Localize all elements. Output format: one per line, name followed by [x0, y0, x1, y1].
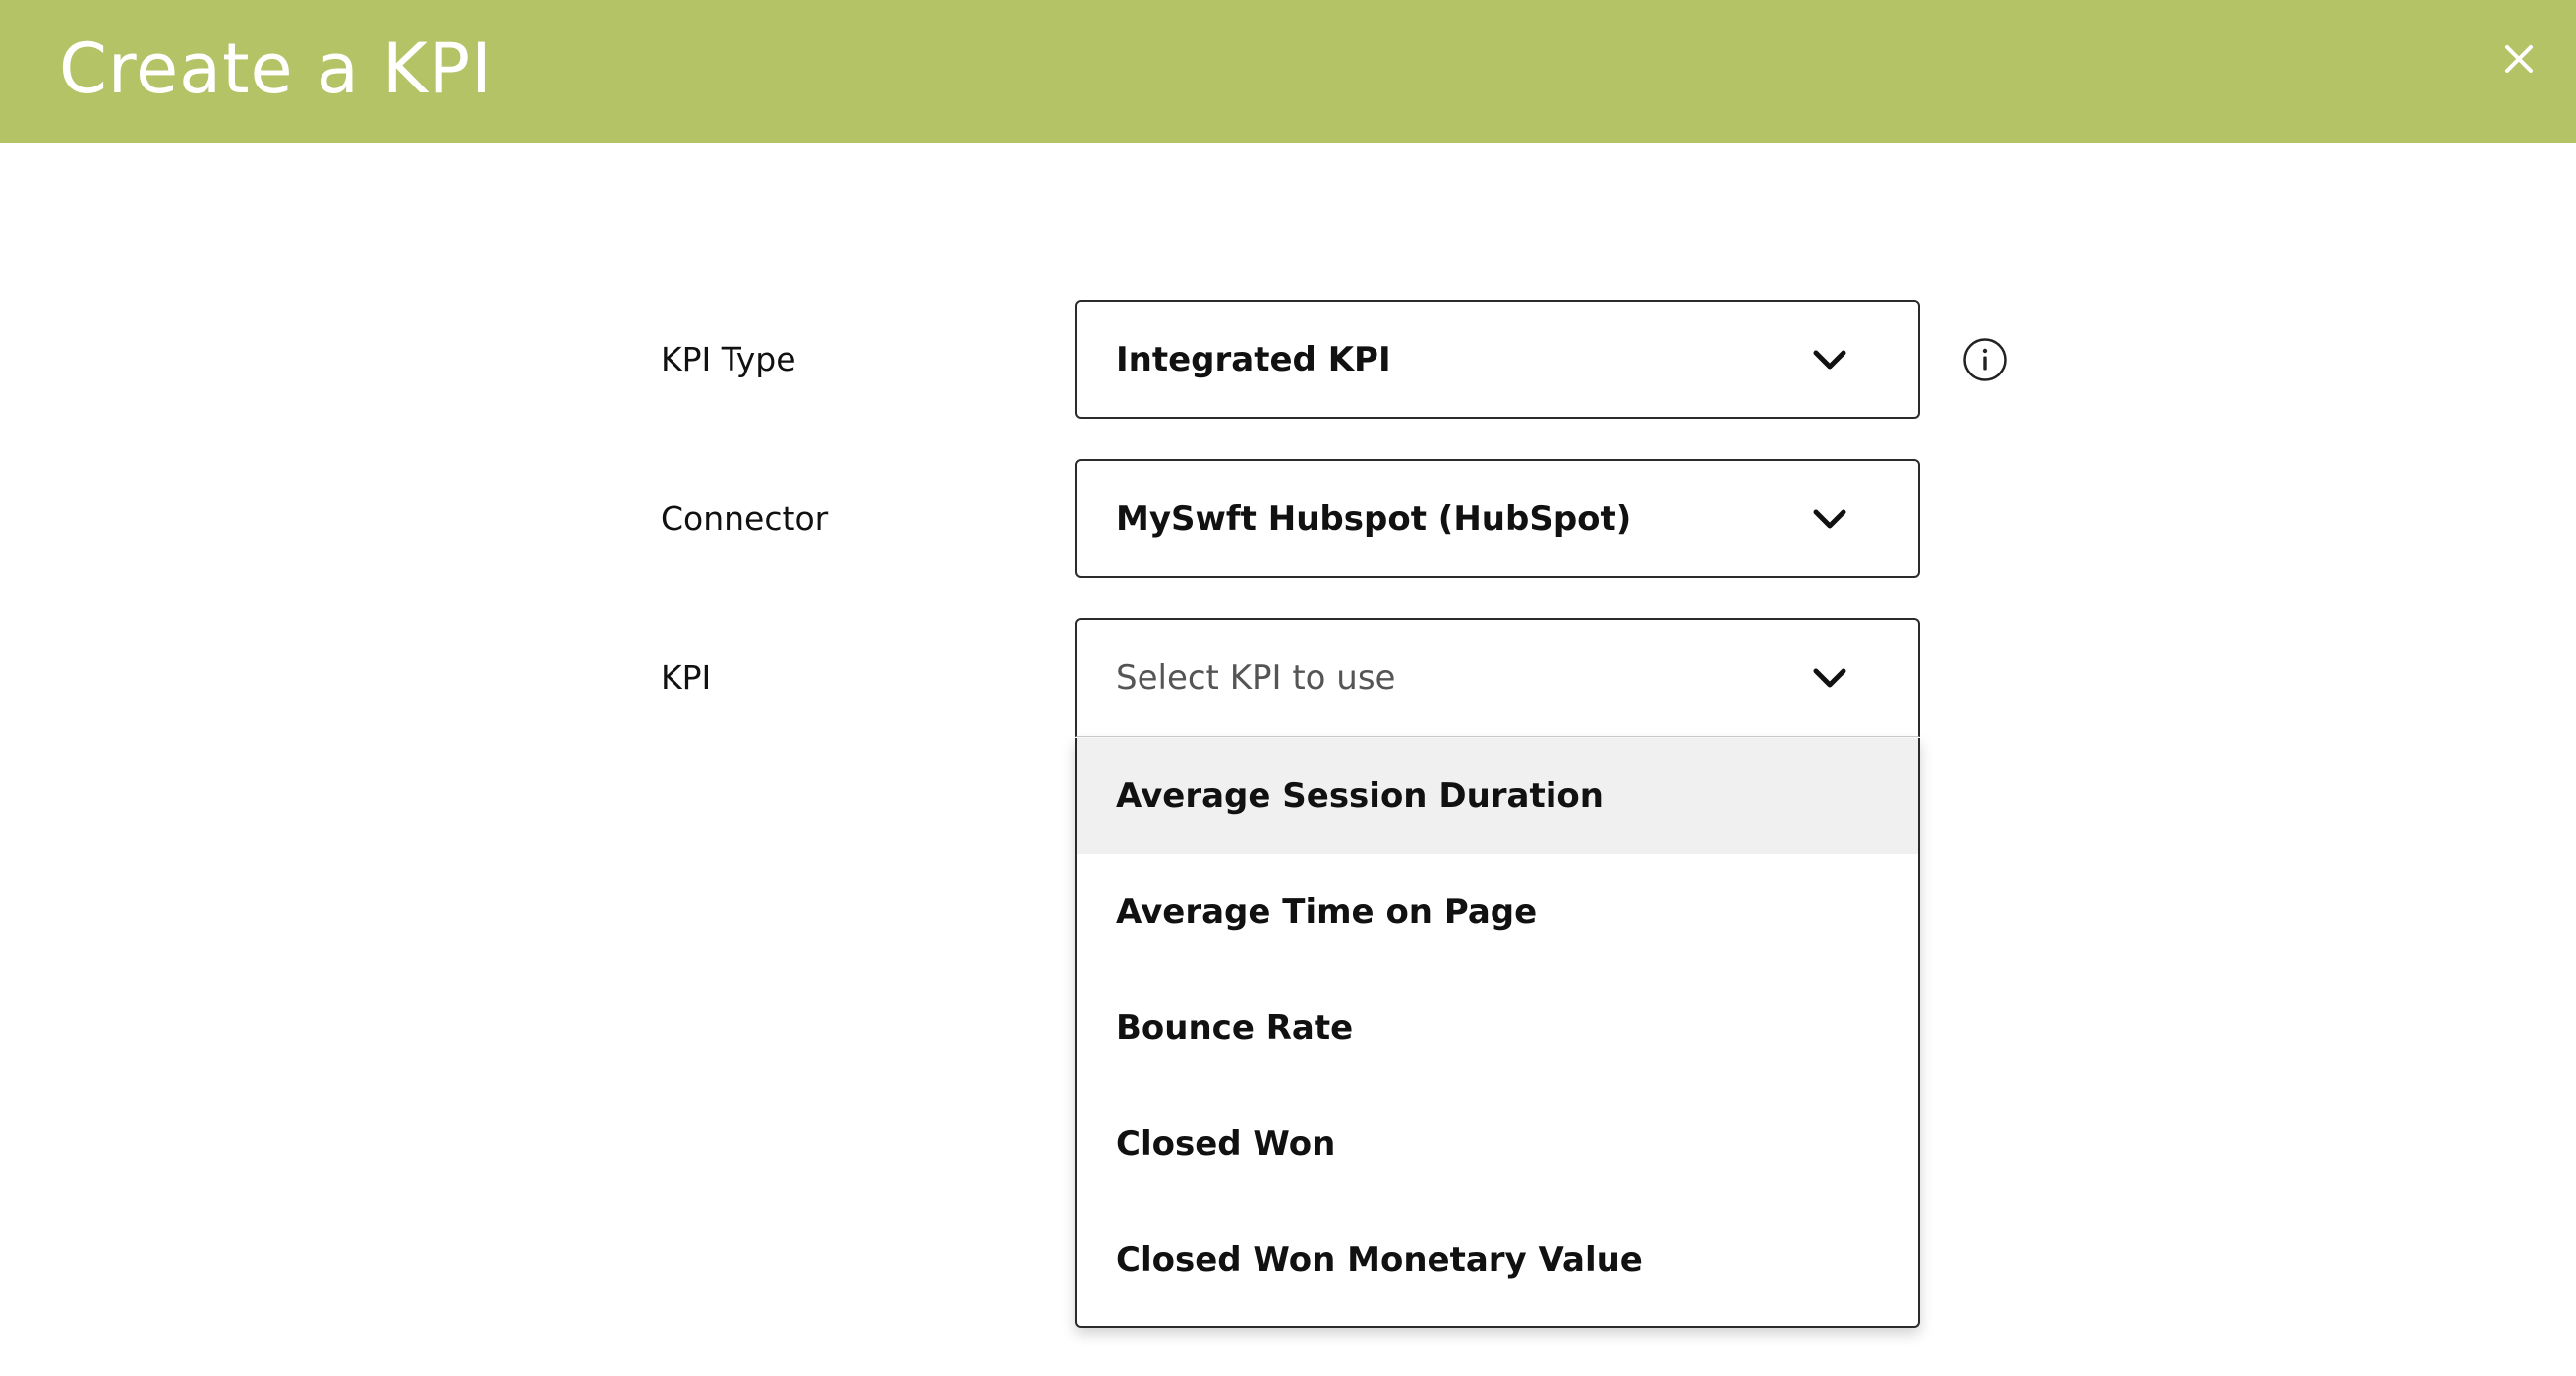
info-icon[interactable]: [1962, 337, 2008, 382]
close-button[interactable]: [2491, 31, 2547, 86]
kpi-type-select[interactable]: Integrated KPI: [1075, 300, 1920, 419]
kpi-option-average-time-on-page[interactable]: Average Time on Page: [1077, 854, 1918, 970]
kpi-option-bounce-rate[interactable]: Bounce Rate: [1077, 970, 1918, 1086]
kpi-dropdown-menu: Average Session Duration Average Time on…: [1075, 738, 1920, 1328]
kpi-option-average-session-duration[interactable]: Average Session Duration: [1077, 738, 1918, 854]
connector-label: Connector: [661, 499, 829, 538]
kpi-option-closed-won-monetary-value[interactable]: Closed Won Monetary Value: [1077, 1202, 1918, 1318]
connector-select[interactable]: MySwft Hubspot (HubSpot): [1075, 459, 1920, 578]
chevron-down-icon: [1813, 668, 1846, 688]
chevron-down-icon: [1813, 350, 1846, 369]
close-icon: [2505, 45, 2533, 73]
kpi-label: KPI: [661, 659, 712, 697]
kpi-type-label: KPI Type: [661, 340, 796, 378]
page-title: Create a KPI: [59, 29, 493, 109]
modal-header: Create a KPI: [0, 0, 2576, 143]
kpi-select[interactable]: Select KPI to use: [1075, 618, 1920, 737]
kpi-type-value: Integrated KPI: [1116, 339, 1391, 379]
kpi-placeholder: Select KPI to use: [1116, 659, 1396, 698]
kpi-option-closed-won[interactable]: Closed Won: [1077, 1086, 1918, 1202]
connector-value: MySwft Hubspot (HubSpot): [1116, 498, 1632, 539]
chevron-down-icon: [1813, 509, 1846, 528]
